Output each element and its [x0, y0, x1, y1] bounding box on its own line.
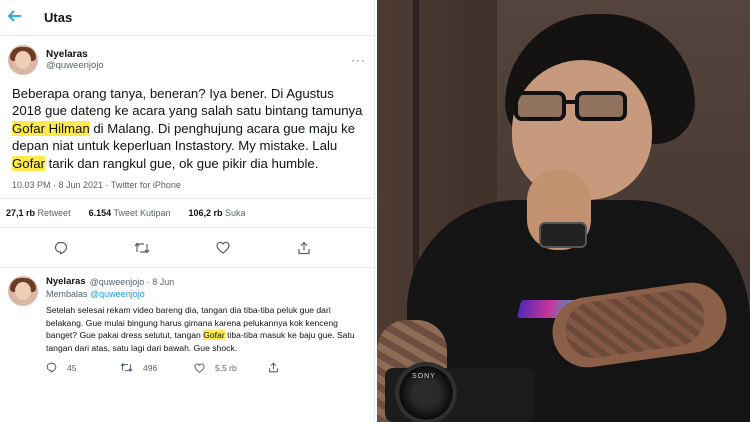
more-options-icon[interactable]: ···	[351, 53, 366, 67]
man-photo: SONY	[377, 0, 750, 422]
share-icon[interactable]	[292, 241, 316, 255]
retweet-icon	[120, 363, 133, 373]
quote-stat[interactable]: 6.154 Tweet Kutipan	[89, 208, 171, 218]
reply-actions: 45 496 5,5 rb	[46, 362, 366, 374]
tweet-meta: 10.03 PM · 8 Jun 2021 · Twitter for iPho…	[0, 172, 374, 200]
back-arrow-icon[interactable]	[7, 9, 30, 26]
retweet-icon[interactable]	[130, 241, 154, 255]
thread-header: Utas	[0, 0, 374, 36]
tweet-actions	[0, 228, 374, 269]
avatar[interactable]	[8, 45, 38, 75]
highlight-name: Gofar	[203, 330, 225, 341]
tweet-author: Nyelaras @quweenjojo ···	[0, 36, 374, 75]
tweet-text: Beberapa orang tanya, beneran? Iya bener…	[12, 86, 363, 171]
reply-author-name[interactable]: Nyelaras	[46, 276, 86, 287]
share-icon	[269, 362, 278, 373]
like-icon	[194, 363, 205, 373]
author-handle[interactable]: @quweenjojo	[46, 60, 104, 71]
reply-reply-button[interactable]: 45	[46, 362, 106, 374]
reply-like-button[interactable]: 5,5 rb	[194, 363, 254, 373]
watch	[539, 222, 587, 248]
author-name[interactable]: Nyelaras	[46, 49, 104, 60]
replying-to: Membalas @quweenjojo	[46, 289, 145, 300]
like-stat[interactable]: 106,2 rb Suka	[189, 208, 246, 218]
retweet-stat[interactable]: 27,1 rb Retweet	[6, 208, 71, 218]
reply-text: Setelah selesai rekam video bareng dia, …	[46, 305, 355, 353]
replying-to-handle[interactable]: @quweenjojo	[90, 289, 145, 299]
glasses	[514, 91, 566, 121]
reply-author-handle[interactable]: @quweenjojo · 8 Jun	[90, 277, 175, 287]
avatar[interactable]	[8, 276, 38, 307]
camera-brand: SONY	[412, 373, 436, 380]
like-icon[interactable]	[211, 241, 235, 254]
page-title: Utas	[44, 10, 73, 25]
tweet-stats: 27,1 rb Retweet 6.154 Tweet Kutipan 106,…	[0, 199, 374, 229]
reply-tweet[interactable]: Nyelaras @quweenjojo · 8 Jun Membalas @q…	[0, 268, 374, 374]
highlight-name: Gofar	[12, 155, 45, 171]
reply-share-button[interactable]	[268, 362, 328, 373]
camera-lens	[395, 362, 457, 422]
tweet-thread-panel: Utas Nyelaras @quweenjojo ··· Beberapa o…	[0, 0, 375, 422]
reply-icon	[46, 363, 57, 374]
reply-icon[interactable]	[49, 241, 73, 255]
highlight-name: Gofar Hilman	[12, 120, 90, 136]
reply-retweet-button[interactable]: 496	[120, 362, 180, 373]
